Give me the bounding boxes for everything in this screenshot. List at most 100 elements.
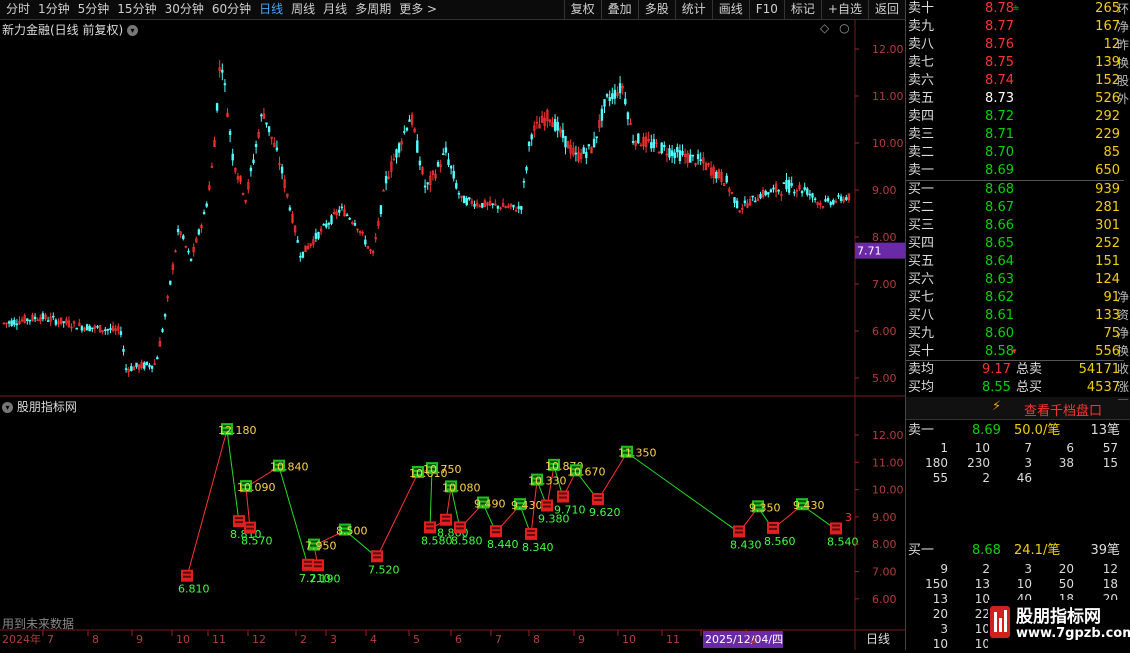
thousand-level-book-bar[interactable]: ⚡ 查看千档盘口: [906, 397, 1130, 420]
zigzag-segment: [186, 429, 228, 577]
candle: [345, 212, 349, 217]
asks-level[interactable]: 卖七 8.75 139: [906, 54, 1124, 72]
signal-glyph: [235, 521, 243, 524]
candle: [223, 79, 227, 93]
toolbar-action-button[interactable]: 多股: [637, 0, 675, 19]
watermark-url: www.7gpzb.com: [1016, 626, 1130, 641]
signal-glyph: [543, 501, 551, 504]
view-thousand-book-button[interactable]: 查看千档盘口: [1024, 400, 1102, 419]
candle: [374, 232, 377, 243]
asks-level[interactable]: 卖十 8.78 265 ≐: [906, 0, 1124, 18]
candle: [301, 251, 305, 259]
candle-body: [767, 192, 770, 195]
candle-body: [522, 181, 526, 183]
candle: [332, 208, 336, 215]
candle: [80, 325, 84, 333]
level-price: 8.76: [985, 37, 1014, 52]
bids-level[interactable]: 买七 8.62 91: [906, 289, 1124, 307]
candle-body: [156, 357, 159, 360]
candle-body: [10, 320, 13, 326]
period-tab[interactable]: 分时: [2, 0, 34, 19]
candle-body: [46, 320, 50, 322]
asks-level[interactable]: 卖二 8.70 85: [906, 144, 1124, 162]
toolbar-action-button[interactable]: F10: [748, 0, 784, 19]
candle-body: [397, 143, 401, 153]
period-tab[interactable]: 5分钟: [74, 0, 114, 19]
candle-body: [527, 141, 531, 147]
candle: [270, 136, 273, 145]
toolbar-action-button[interactable]: 标记: [783, 0, 821, 19]
period-tab[interactable]: 多周期: [351, 0, 395, 19]
signal-glyph: [442, 515, 450, 518]
toolbar-action-button[interactable]: 画线: [711, 0, 749, 19]
level-label: 卖八: [908, 37, 935, 52]
bids-level[interactable]: 买三 8.66 301: [906, 217, 1124, 235]
candle-body: [15, 323, 19, 326]
time-axis-label: 4: [370, 633, 377, 646]
asks-level[interactable]: 卖三 8.71 229: [906, 126, 1124, 144]
candle: [215, 102, 219, 113]
bids-level[interactable]: 买十 8.58 556 ▾: [906, 343, 1124, 361]
candle-body: [813, 198, 817, 201]
asks-level[interactable]: 卖九 8.77 167: [906, 18, 1124, 36]
bids-level[interactable]: 买六 8.63 124: [906, 271, 1124, 289]
asks-level[interactable]: 卖八 8.76 12: [906, 36, 1124, 54]
candle: [288, 205, 292, 212]
chart-canvas[interactable]: 6.81012.1808.8108.57010.09010.8407.2107.…: [0, 20, 905, 650]
asks-level[interactable]: 卖一 8.69 650: [906, 162, 1124, 180]
candle: [811, 192, 814, 203]
chevron-down-icon[interactable]: ▾: [127, 25, 139, 36]
candle: [754, 197, 757, 203]
candle-body: [418, 160, 422, 166]
period-tab[interactable]: 日线: [255, 0, 287, 19]
candle: [343, 204, 346, 217]
bids-level[interactable]: 买四 8.65 252: [906, 235, 1124, 253]
candle: [127, 366, 130, 377]
order-cell: 46: [1016, 471, 1032, 485]
price-axis-label: 6.00: [872, 325, 897, 338]
candle-body: [637, 133, 640, 144]
bids-level[interactable]: 买二 8.67 281: [906, 199, 1124, 217]
bids-level[interactable]: 买五 8.64 151: [906, 253, 1124, 271]
level-label: 卖三: [908, 127, 935, 142]
candle: [52, 312, 55, 321]
sell-signal-marker: 9.430: [511, 498, 543, 512]
toolbar-action-button[interactable]: 统计: [674, 0, 712, 19]
candle-body: [447, 159, 450, 166]
bids-level[interactable]: 买一 8.68 939: [906, 181, 1124, 199]
asks-level[interactable]: 卖五 8.73 526: [906, 90, 1124, 108]
candle: [696, 149, 700, 165]
candle-body: [670, 150, 674, 157]
toolbar-action-button[interactable]: 复权: [563, 0, 601, 19]
period-tab[interactable]: 30分钟: [161, 0, 208, 19]
period-tab[interactable]: 更多 >: [395, 0, 441, 19]
asks-level[interactable]: 卖四 8.72 292: [906, 108, 1124, 126]
clipped-info-char: [1117, 198, 1130, 216]
toolbar-action-button[interactable]: 返回: [867, 0, 905, 19]
period-tab[interactable]: 60分钟: [208, 0, 255, 19]
period-tab[interactable]: 月线: [319, 0, 351, 19]
candle: [353, 219, 357, 227]
chevron-down-icon[interactable]: ▾: [2, 402, 13, 413]
asks-level[interactable]: 卖六 8.74 152: [906, 72, 1124, 90]
settings-circle-icon[interactable]: ○: [839, 21, 849, 35]
signal-glyph: [373, 552, 381, 555]
toolbar-action-button[interactable]: +自选: [820, 0, 868, 19]
candle-body: [691, 154, 695, 157]
bids-level[interactable]: 买九 8.60 75: [906, 325, 1124, 343]
candle-body: [364, 239, 367, 245]
candle-body: [301, 251, 305, 258]
period-tab[interactable]: 1分钟: [34, 0, 74, 19]
zigzag-segment: [376, 472, 419, 558]
period-tab[interactable]: 周线: [287, 0, 319, 19]
level-marker-icon: ≐: [1012, 4, 1020, 14]
indicator-axis-label: 10.00: [872, 484, 904, 497]
bids-level[interactable]: 买八 8.61 133: [906, 307, 1124, 325]
diamond-icon[interactable]: ◇: [820, 21, 829, 35]
candle: [395, 148, 398, 164]
order-cell: 50: [1058, 577, 1074, 591]
chart-area[interactable]: 6.810 12.180 8.810 8.570 10.090 10.840 7.210 7.…: [0, 20, 905, 650]
toolbar-action-button[interactable]: 叠加: [600, 0, 638, 19]
period-tab[interactable]: 15分钟: [113, 0, 160, 19]
candle: [559, 126, 562, 137]
